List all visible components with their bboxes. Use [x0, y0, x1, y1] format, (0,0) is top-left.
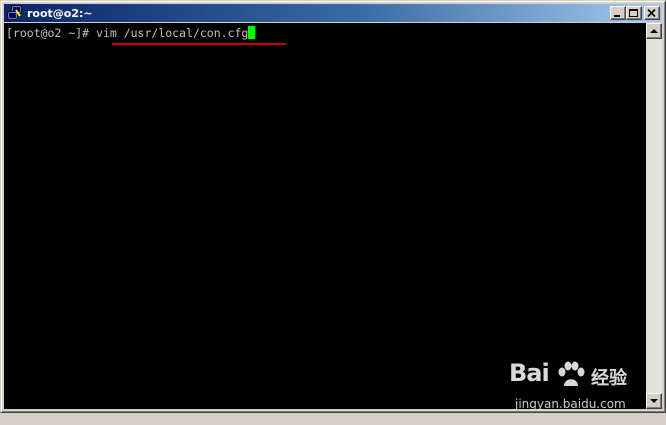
text-cursor [248, 26, 256, 39]
minimize-icon [614, 15, 620, 17]
title-bar[interactable]: root@o2:~ [4, 4, 662, 22]
terminal-window: root@o2:~ [root@o2 ~]# vim /usr/local/co… [0, 0, 666, 413]
vertical-scrollbar[interactable] [646, 23, 662, 409]
watermark-url: jingyan.baidu.com [515, 397, 626, 411]
maximize-icon [629, 9, 638, 17]
close-button[interactable] [644, 6, 660, 20]
command-annotation-underline [112, 43, 286, 45]
maximize-button[interactable] [626, 6, 642, 20]
watermark-logo-text: Bai [509, 359, 550, 387]
close-icon [647, 9, 656, 18]
scroll-up-button[interactable] [646, 23, 662, 39]
watermark-brand: 经验 [591, 368, 627, 389]
baidu-jingyan-watermark: Bai 经验 jingyan.baidu.com [509, 359, 639, 425]
minimize-button[interactable] [610, 6, 626, 20]
paw-icon [558, 361, 585, 386]
terminal-line: [root@o2 ~]# vim /usr/local/con.cfg [6, 26, 256, 40]
terminal-area[interactable]: [root@o2 ~]# vim /usr/local/con.cfg Bai … [4, 23, 646, 411]
window-controls [610, 6, 660, 20]
shell-prompt: [root@o2 ~]# [6, 26, 97, 40]
putty-terminal-icon[interactable] [7, 5, 23, 21]
typed-command: vim /usr/local/con.cfg [96, 26, 249, 40]
window-title: root@o2:~ [27, 6, 93, 20]
arrow-up-icon [650, 29, 658, 33]
scroll-down-button[interactable] [646, 393, 662, 409]
arrow-down-icon [650, 399, 658, 403]
